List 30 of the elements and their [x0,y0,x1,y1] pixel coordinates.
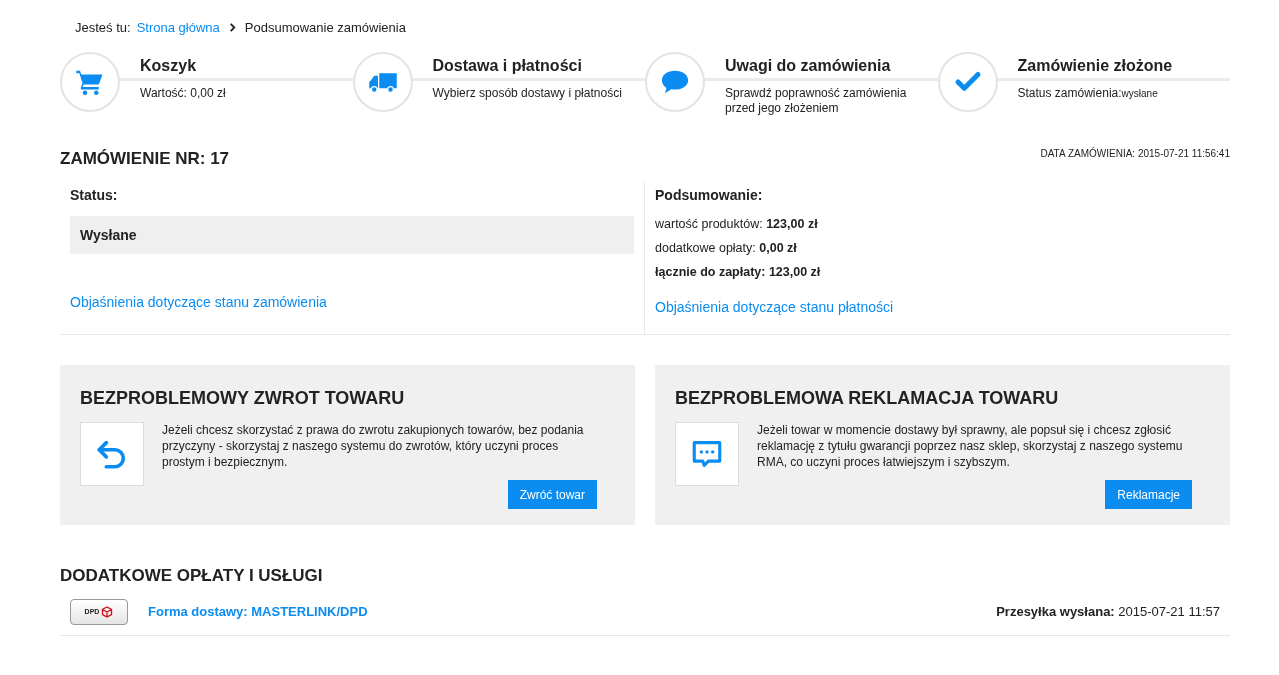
panel-text: Jeżeli chcesz skorzystać z prawa do zwrotu zakupionych towarów, bez podania przyczyny - skorzystaj z naszego systemu do zwrotów, który uczyni proces prostym i bezpiecznym. [162,422,585,471]
delivery-method-link[interactable]: Forma dostawy: MASTERLINK/DPD [148,602,368,622]
breadcrumb-link[interactable]: Strona główna [136,18,220,38]
breadcrumb-current: Podsumowanie zamówienia [244,19,406,37]
panel-title: BEZPROBLEMOWA REKLAMACJA TOWARU [675,387,1060,411]
summary-line: łącznie do zapłaty: 123,00 zł [655,263,822,281]
step-description: Wybierz sposób dostawy i płatności [432,85,622,100]
chevron-right-icon [227,23,237,33]
payment-info-link[interactable]: Objaśnienia dotyczące stanu płatności [655,297,1230,319]
panel-button[interactable]: Reklamacje [1105,480,1192,510]
step-description: przed jego złożeniem [725,100,839,115]
panel-title: BEZPROBLEMOWY ZWROT TOWARU [80,387,406,411]
extras-title: DODATKOWE OPŁATY I USŁUGI [60,565,324,588]
order-title: ZAMÓWIENIE NR: 17 [60,147,230,170]
step-description: Status zamówienia: [1017,85,1122,100]
breadcrumb-label: Jesteś tu: [75,19,131,37]
step-description: Wartość: 0,00 zł [140,85,226,100]
status-value: wysłane [1121,87,1158,99]
status-box: Wysłane [70,216,634,254]
order-date: DATA ZAMÓWIENIA: 2015-07-21 11:56:41 [1040,146,1230,161]
panel-text: Jeżeli towar w momencie dostawy był sprawny, ale popsuł się i chcesz zgłosić reklamację z tytułu gwarancji poprzez nasz sklep, skorzystaj z naszego systemu RMA, co uczyni proces łatwiejszym i szybszym. [757,422,1184,471]
status-info-link[interactable]: Objaśnienia dotyczące stanu zamówienia [70,292,634,313]
shipment-info: Przesyłka wysłana: 2015-07-21 11:57 [996,603,1220,621]
summary-line: dodatkowe opłaty: 0,00 zł [655,239,798,257]
status-heading: Status: [70,186,119,205]
cube-icon [101,605,114,618]
summary-heading: Podsumowanie: [655,186,764,205]
summary-line: wartość produktów: 123,00 zł [655,216,819,233]
step-description: Sprawdź poprawność zamówienia [725,85,907,100]
panel-button[interactable]: Zwróć towar [507,480,597,510]
